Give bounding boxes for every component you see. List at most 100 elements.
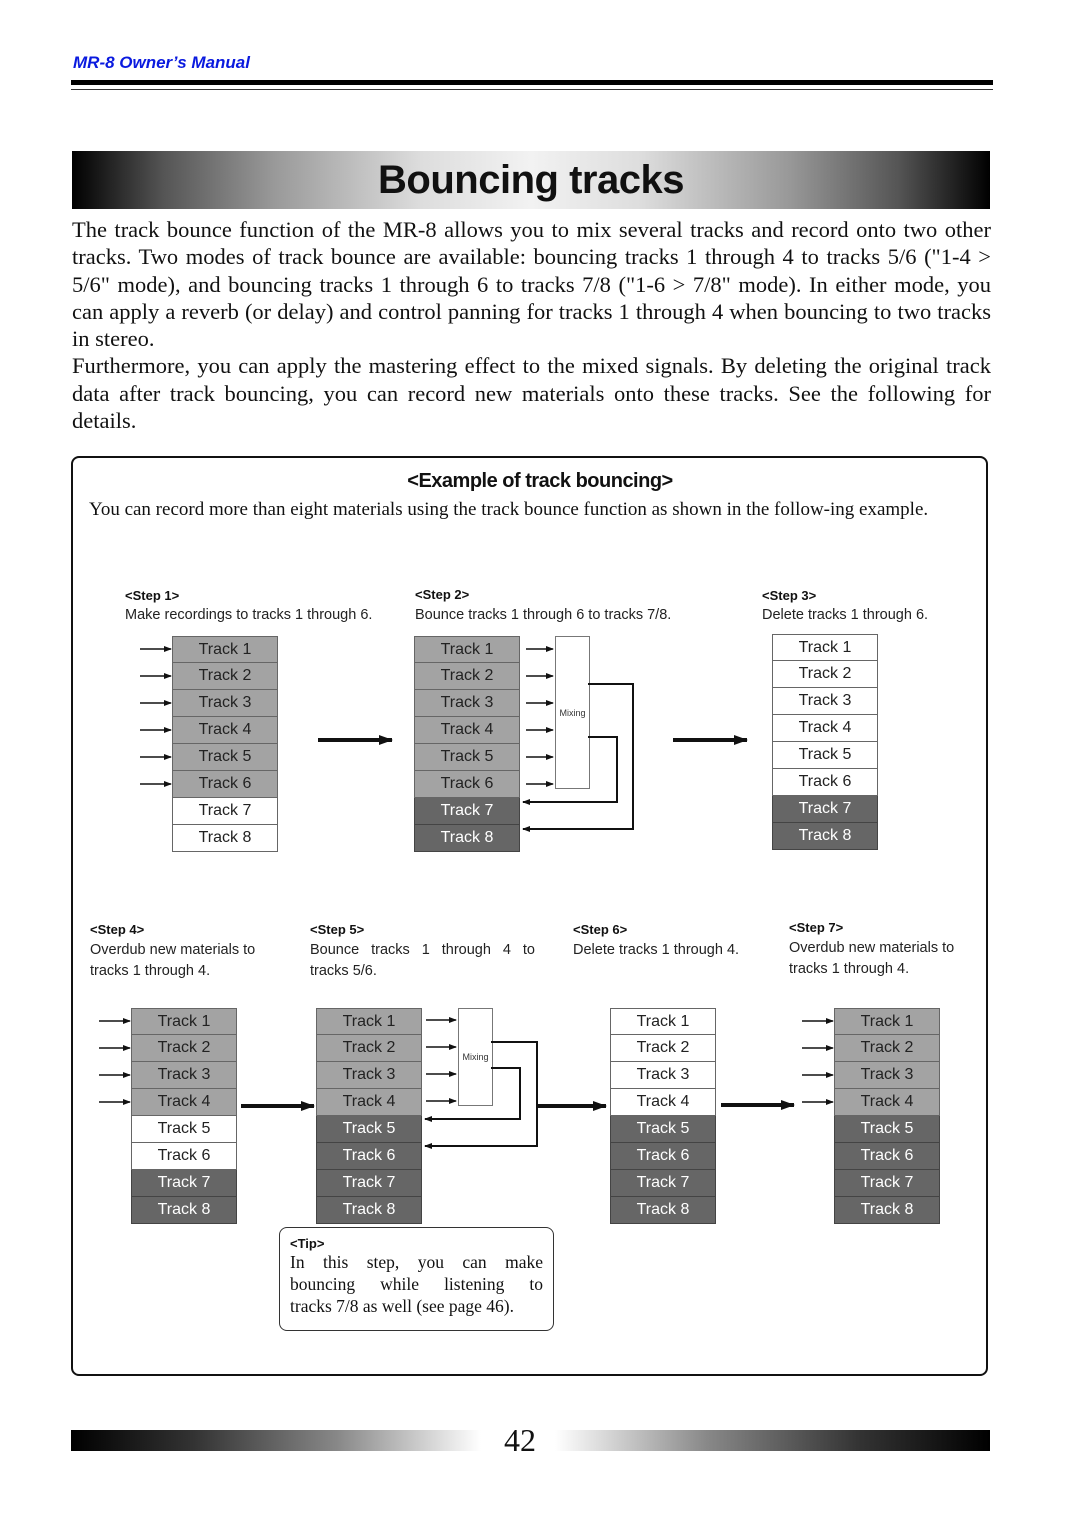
step-7-desc: Overdub new materials to tracks 1 throug… — [789, 938, 954, 980]
track-cell: Track 5 — [316, 1116, 422, 1143]
step-5-mixing-box: Mixing — [458, 1008, 493, 1106]
step-6-track-stack: Track 1 Track 2 Track 3 Track 4 Track 5 Track… — [610, 1008, 716, 1224]
track-cell: Track 6 — [414, 771, 520, 798]
mixing-label: Mixing — [462, 1052, 489, 1062]
track-cell: Track 4 — [772, 715, 878, 742]
step-6-label: <Step 6> — [573, 922, 628, 937]
title-band: Bouncing tracks — [72, 151, 990, 209]
track-cell: Track 6 — [131, 1143, 237, 1170]
track-cell: Track 8 — [172, 825, 278, 852]
header-rule-thin — [71, 89, 993, 90]
track-cell: Track 3 — [834, 1062, 940, 1089]
track-cell: Track 1 — [172, 636, 278, 663]
track-cell: Track 6 — [610, 1143, 716, 1170]
intro-text: The track bounce function of the MR-8 al… — [72, 216, 991, 434]
track-cell: Track 6 — [772, 769, 878, 796]
track-cell: Track 4 — [834, 1089, 940, 1116]
track-cell: Track 7 — [834, 1170, 940, 1197]
step-3-label: <Step 3> — [762, 588, 817, 603]
intro-paragraph-2: Furthermore, you can apply the mastering… — [72, 353, 991, 434]
step-2-label: <Step 2> — [415, 587, 470, 602]
track-cell: Track 8 — [772, 823, 878, 850]
track-cell: Track 2 — [316, 1035, 422, 1062]
track-cell: Track 3 — [772, 688, 878, 715]
track-cell: Track 8 — [131, 1197, 237, 1224]
track-cell: Track 8 — [316, 1197, 422, 1224]
mixing-label: Mixing — [559, 707, 586, 718]
track-cell: Track 4 — [316, 1089, 422, 1116]
manual-title: MR-8 Owner’s Manual — [73, 53, 250, 72]
page-number: 42 — [504, 1422, 536, 1458]
step-2-desc: Bounce tracks 1 through 6 to tracks 7/8. — [415, 607, 672, 623]
track-cell: Track 2 — [414, 663, 520, 690]
track-cell: Track 4 — [172, 717, 278, 744]
step-2-track-stack: Track 1 Track 2 Track 3 Track 4 Track 5 Track… — [414, 636, 520, 852]
track-cell: Track 5 — [834, 1116, 940, 1143]
track-cell: Track 3 — [316, 1062, 422, 1089]
track-cell: Track 7 — [772, 796, 878, 823]
track-cell: Track 5 — [131, 1116, 237, 1143]
tip-label: <Tip> — [290, 1236, 325, 1251]
step-7-track-stack: Track 1 Track 2 Track 3 Track 4 Track 5 Track… — [834, 1008, 940, 1224]
track-cell: Track 2 — [834, 1035, 940, 1062]
footer-bar-left — [71, 1430, 481, 1451]
step-5-label: <Step 5> — [310, 922, 365, 937]
step-3-track-stack: Track 1 Track 2 Track 3 Track 4 Track 5 Track… — [772, 634, 878, 850]
step-4-label: <Step 4> — [90, 922, 145, 937]
track-cell: Track 3 — [172, 690, 278, 717]
step-4-desc-line: Overdub new materials to — [90, 942, 256, 958]
track-cell: Track 3 — [131, 1062, 237, 1089]
track-cell: Track 2 — [131, 1035, 237, 1062]
step-7-desc-line: tracks 1 through 4. — [789, 961, 910, 977]
example-description: You can record more than eight materials… — [89, 499, 929, 520]
step-1-desc: Make recordings to tracks 1 through 6. — [125, 607, 373, 623]
track-cell: Track 1 — [834, 1008, 940, 1035]
track-cell: Track 8 — [414, 825, 520, 852]
step-7-label: <Step 7> — [789, 920, 844, 935]
tip-text: In this step, you can make bouncing whil… — [290, 1251, 543, 1317]
track-cell: Track 7 — [172, 798, 278, 825]
step-1-label: <Step 1> — [125, 588, 180, 603]
track-cell: Track 1 — [316, 1008, 422, 1035]
step-4-track-stack: Track 1 Track 2 Track 3 Track 4 Track 5 Track… — [131, 1008, 237, 1224]
step-3-desc: Delete tracks 1 through 6. — [762, 607, 929, 623]
step-2-mixing-box: Mixing — [555, 636, 590, 789]
track-cell: Track 1 — [772, 634, 878, 661]
step-5-desc-line: tracks 5/6. — [310, 963, 377, 979]
step-5-desc-line: Bounce tracks 1 through 4 to — [310, 942, 535, 958]
footer-bar-right — [555, 1430, 990, 1451]
page-title: Bouncing tracks — [378, 157, 684, 202]
track-cell: Track 5 — [172, 744, 278, 771]
tip-line: tracks 7/8 as well (see page 46). — [290, 1296, 515, 1316]
step-7-desc-line: Overdub new materials to — [789, 940, 955, 956]
intro-paragraph-1: The track bounce function of the MR-8 al… — [72, 217, 991, 352]
step-4-desc: Overdub new materials to tracks 1 throug… — [90, 940, 255, 982]
track-cell: Track 6 — [172, 771, 278, 798]
header-rule-thick — [71, 80, 993, 85]
track-cell: Track 1 — [610, 1008, 716, 1035]
step-5-desc: Bounce tracks 1 through 4 to tracks 5/6. — [310, 940, 535, 982]
track-cell: Track 6 — [834, 1143, 940, 1170]
tip-line: In this step, you can make — [290, 1252, 543, 1272]
track-cell: Track 8 — [610, 1197, 716, 1224]
track-cell: Track 1 — [414, 636, 520, 663]
step-6-desc: Delete tracks 1 through 4. — [573, 942, 740, 958]
track-cell: Track 6 — [316, 1143, 422, 1170]
track-cell: Track 2 — [772, 661, 878, 688]
track-cell: Track 4 — [610, 1089, 716, 1116]
step-4-desc-line: tracks 1 through 4. — [90, 963, 211, 979]
track-cell: Track 1 — [131, 1008, 237, 1035]
track-cell: Track 7 — [414, 798, 520, 825]
track-cell: Track 2 — [610, 1035, 716, 1062]
track-cell: Track 5 — [414, 744, 520, 771]
tip-box: <Tip> In this step, you can make bouncin… — [279, 1227, 554, 1331]
track-cell: Track 2 — [172, 663, 278, 690]
track-cell: Track 7 — [610, 1170, 716, 1197]
track-cell: Track 4 — [131, 1089, 237, 1116]
track-cell: Track 5 — [772, 742, 878, 769]
track-cell: Track 7 — [131, 1170, 237, 1197]
track-cell: Track 5 — [610, 1116, 716, 1143]
step-5-track-stack: Track 1 Track 2 Track 3 Track 4 Track 5 Track… — [316, 1008, 422, 1224]
tip-line: bouncing while listening to — [290, 1274, 543, 1294]
track-cell: Track 3 — [414, 690, 520, 717]
